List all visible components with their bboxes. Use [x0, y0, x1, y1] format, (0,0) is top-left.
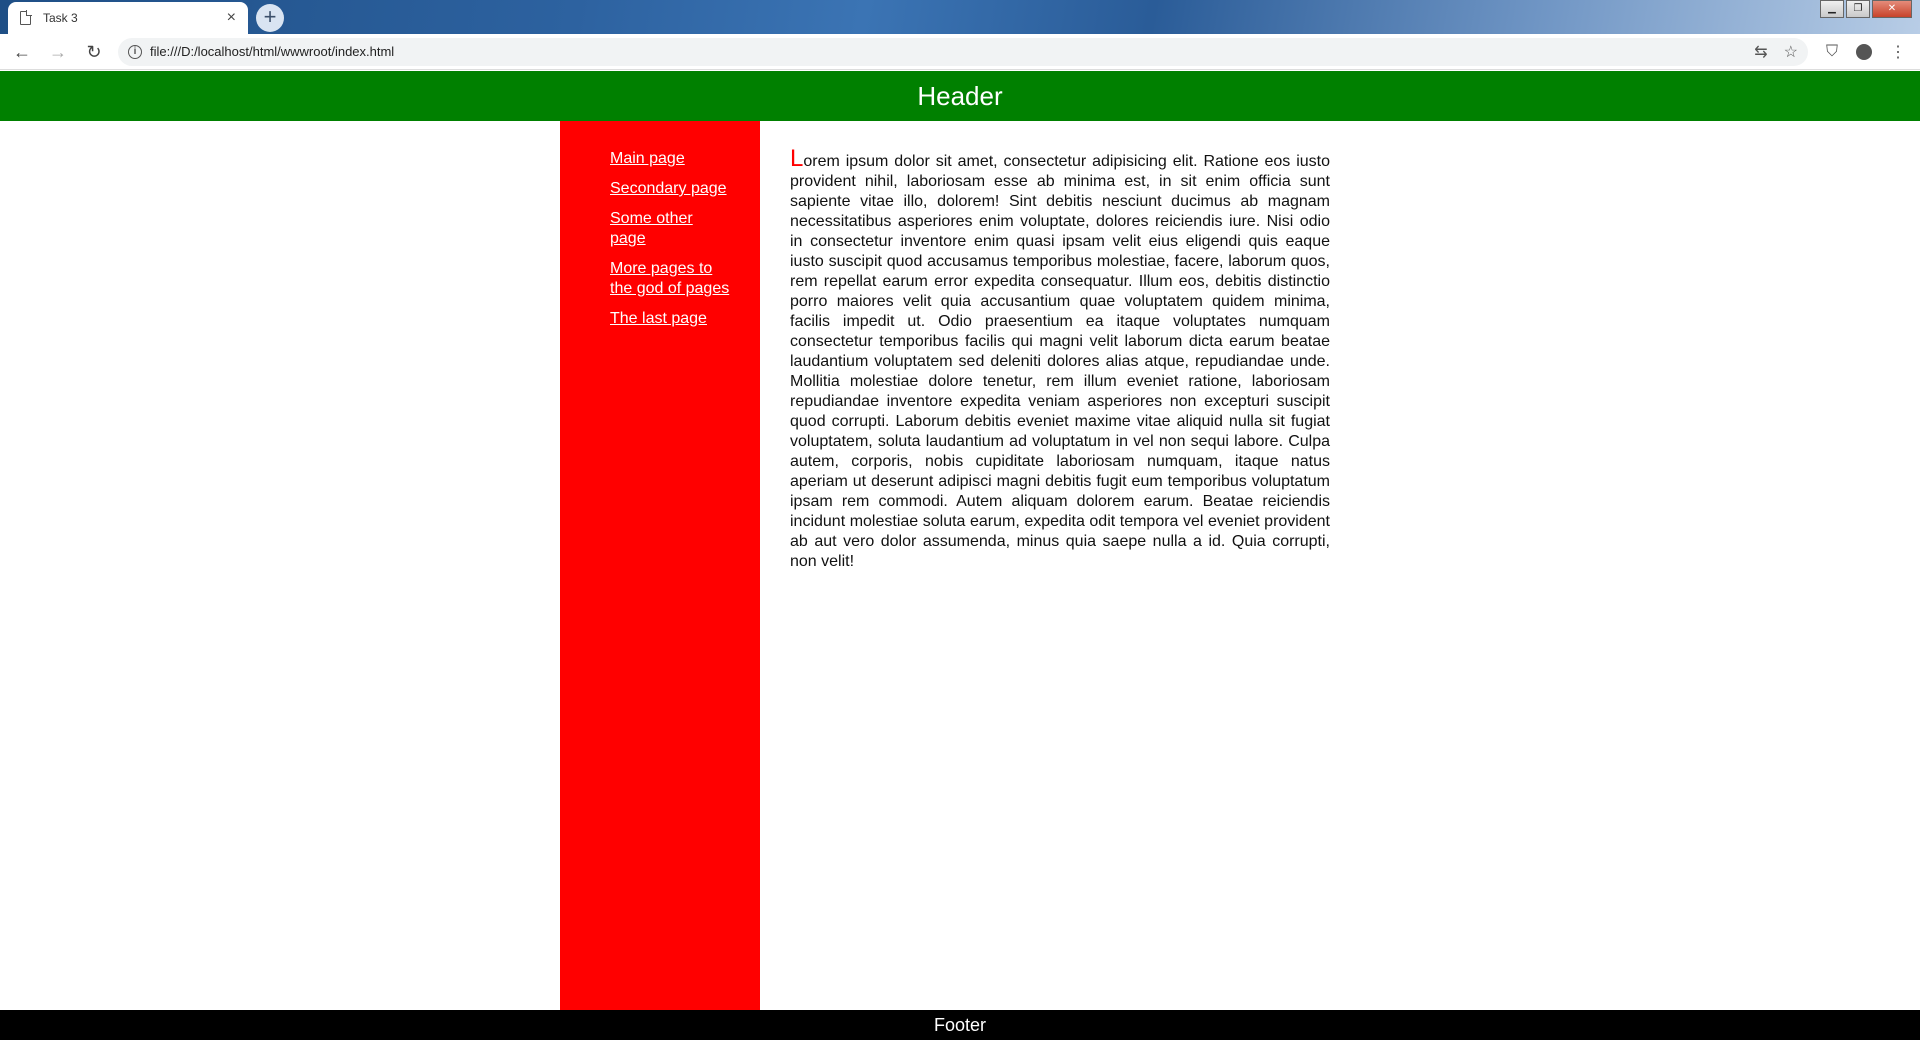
- nav-link-more-pages[interactable]: More pages to the god of pages: [610, 259, 730, 299]
- forward-button[interactable]: →: [44, 38, 72, 66]
- translate-icon[interactable]: ⇆: [1754, 42, 1767, 62]
- drop-letter: L: [790, 145, 804, 172]
- document-icon: [20, 10, 32, 25]
- browser-tab[interactable]: Task 3 ×: [8, 2, 248, 34]
- web-page: Header Main page Secondary page Some oth…: [0, 71, 1920, 1040]
- new-tab-button[interactable]: +: [256, 4, 284, 32]
- tab-title: Task 3: [43, 11, 78, 25]
- info-icon[interactable]: i: [128, 44, 142, 59]
- window-close-button[interactable]: ✕: [1872, 0, 1912, 18]
- browser-toolbar: ← → ↻ i file:///D:/localhost/html/wwwroo…: [0, 34, 1920, 70]
- content-body: orem ipsum dolor sit amet, consectetur a…: [790, 153, 1330, 570]
- url-text[interactable]: file:///D:/localhost/html/wwwroot/index.…: [150, 44, 1754, 59]
- bookmark-star-icon[interactable]: ☆: [1784, 42, 1798, 62]
- nav-link-secondary-page[interactable]: Secondary page: [610, 179, 730, 199]
- profile-avatar-icon[interactable]: [1856, 43, 1873, 60]
- browser-menu-icon[interactable]: ⋮: [1890, 42, 1906, 62]
- extension-shield-icon[interactable]: ⛉: [1826, 43, 1838, 61]
- minimize-button[interactable]: ▁: [1820, 0, 1844, 18]
- window-controls: ▁ ❐ ✕: [1820, 0, 1912, 18]
- browser-tab-strip: Task 3 × + ▁ ❐ ✕: [0, 0, 1920, 34]
- page-footer: Footer: [0, 1010, 1920, 1040]
- sidebar-nav: Main page Secondary page Some other page…: [560, 121, 760, 1010]
- reload-button[interactable]: ↻: [80, 38, 108, 66]
- tab-close-icon[interactable]: ×: [227, 9, 236, 27]
- address-bar[interactable]: i file:///D:/localhost/html/wwwroot/inde…: [118, 37, 1808, 66]
- restore-button[interactable]: ❐: [1846, 0, 1870, 18]
- nav-link-last-page[interactable]: The last page: [610, 309, 730, 329]
- nav-link-main-page[interactable]: Main page: [610, 149, 730, 169]
- nav-link-some-other-page[interactable]: Some other page: [610, 209, 730, 249]
- main-content-text: Lorem ipsum dolor sit amet, consectetur …: [790, 121, 1330, 572]
- page-header: Header: [0, 71, 1920, 121]
- back-button[interactable]: ←: [8, 38, 36, 66]
